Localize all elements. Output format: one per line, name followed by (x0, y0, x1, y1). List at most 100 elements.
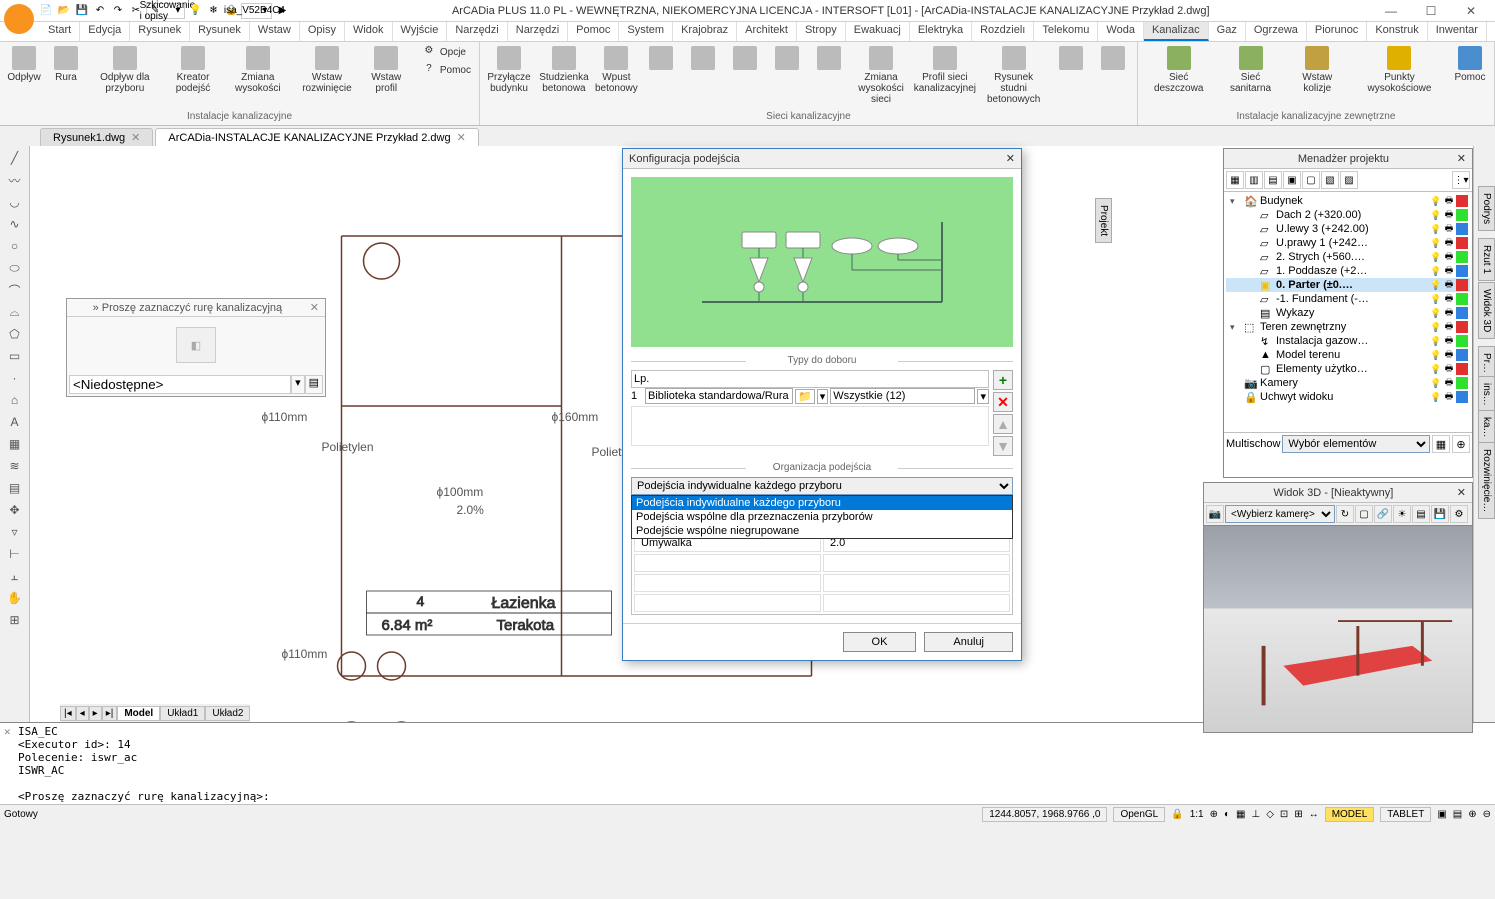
tool-layers-icon[interactable]: ▤ (3, 478, 27, 498)
cancel-button[interactable]: Anuluj (924, 632, 1013, 652)
color-icon[interactable] (1456, 237, 1468, 249)
tool-grid-icon[interactable]: ⊞ (3, 610, 27, 630)
ribbon-button[interactable]: Sieć deszczowa (1142, 44, 1216, 96)
lib-dropdown-icon[interactable]: ▾ (817, 389, 829, 404)
ribbon-opt[interactable]: ⚙Opcje (418, 44, 475, 60)
proj-tool-menu-icon[interactable]: ⋮▾ (1452, 171, 1470, 189)
status-ico1[interactable]: ⊕ (1210, 809, 1218, 820)
qat-new-icon[interactable]: 📄 (38, 3, 54, 19)
status-ico7[interactable]: ⊞ (1294, 809, 1302, 820)
ribbon-button[interactable]: Wstaw rozwinięcie (293, 44, 360, 96)
prompt-action-button[interactable]: ◧ (176, 327, 216, 363)
ribbon-button[interactable]: Rysunek studni betonowych (979, 44, 1049, 107)
sidetab-projekt[interactable]: Projekt (1095, 198, 1112, 243)
tool-hatch-icon[interactable]: ▦ (3, 434, 27, 454)
v3d-save-icon[interactable]: 💾 (1431, 505, 1449, 523)
ribbon-tab-22[interactable]: Ogrzewa (1246, 22, 1307, 41)
ribbon-button[interactable] (641, 44, 681, 74)
tree-row[interactable]: ▱U.prawy 1 (+242…💡🖶 (1226, 236, 1470, 250)
command-line[interactable]: ✕ ISA_EC <Executor id>: 14 Polecenie: is… (0, 722, 1495, 804)
tree-row[interactable]: ↯Instalacja gazow…💡🖶 (1226, 334, 1470, 348)
print-icon[interactable]: 🖶 (1443, 335, 1455, 347)
tool-polyline-icon[interactable]: 〰 (3, 170, 27, 190)
tool-hand-icon[interactable]: ✋ (3, 588, 27, 608)
doc-tab-close-icon[interactable]: ✕ (131, 132, 140, 144)
bulb-icon[interactable]: 💡 (1430, 321, 1442, 333)
ribbon-tab-14[interactable]: Stropy (797, 22, 846, 41)
color-icon[interactable] (1456, 293, 1468, 305)
filter-input[interactable] (830, 388, 975, 404)
project-footer-btn1-icon[interactable]: ▦ (1432, 435, 1450, 453)
print-icon[interactable]: 🖶 (1443, 209, 1455, 221)
bulb-icon[interactable]: 💡 (1430, 391, 1442, 403)
print-icon[interactable]: 🖶 (1443, 237, 1455, 249)
ribbon-button[interactable]: Zmiana wysokości (224, 44, 291, 96)
view3d-viewport[interactable] (1204, 526, 1472, 732)
bulb-icon[interactable]: 💡 (1430, 223, 1442, 235)
layout-tab-2[interactable]: Układ2 (205, 706, 250, 721)
proj-tool-5-icon[interactable]: ▢ (1302, 171, 1320, 189)
print-icon[interactable]: 🖶 (1443, 391, 1455, 403)
ribbon-tab-12[interactable]: Krajobraz (673, 22, 737, 41)
ribbon-button[interactable]: Kreator podejść (164, 44, 223, 96)
sidetab-pr[interactable]: Pr… (1478, 346, 1495, 380)
ribbon-tab-15[interactable]: Ewakuacj (846, 22, 910, 41)
qat-snow-icon[interactable]: ❄ (205, 3, 221, 19)
v3d-cog-icon[interactable]: ⚙ (1450, 505, 1468, 523)
ribbon-button[interactable] (1051, 44, 1091, 74)
doc-tab-close-icon[interactable]: ✕ (457, 132, 466, 144)
tree-row[interactable]: ▱1. Poddasze (+2…💡🖶 (1226, 264, 1470, 278)
ribbon-button[interactable] (809, 44, 849, 74)
bulb-icon[interactable]: 💡 (1430, 209, 1442, 221)
tool-point-icon[interactable]: · (3, 368, 27, 388)
bulb-icon[interactable]: 💡 (1430, 363, 1442, 375)
ribbon-button[interactable]: Zmiana wysokości sieci (851, 44, 911, 107)
color-icon[interactable] (1456, 223, 1468, 235)
organization-select[interactable]: Podejścia indywidualne każdego przyboru … (631, 477, 1013, 495)
bulb-icon[interactable]: 💡 (1430, 251, 1442, 263)
layout-prev-icon[interactable]: ◂ (76, 706, 89, 721)
status-scale[interactable]: 1:1 (1190, 809, 1204, 820)
dialog-close-icon[interactable]: ✕ (1006, 152, 1015, 165)
tool-tag-icon[interactable]: ▿ (3, 522, 27, 542)
tool-spline-icon[interactable]: ∿ (3, 214, 27, 234)
project-footer-select[interactable]: Wybór elementów (1282, 435, 1430, 453)
color-icon[interactable] (1456, 265, 1468, 277)
organization-select-box[interactable]: Podejścia indywidualne każdego przyboru (631, 477, 1013, 495)
ribbon-tab-25[interactable]: Inwentar (1428, 22, 1487, 41)
proj-tool-1-icon[interactable]: ▦ (1226, 171, 1244, 189)
tree-row[interactable]: ▱2. Strych (+560.…💡🖶 (1226, 250, 1470, 264)
v3d-sun-icon[interactable]: ☀ (1393, 505, 1411, 523)
proj-tool-2-icon[interactable]: ▥ (1245, 171, 1263, 189)
tree-row[interactable]: 📷Kamery💡🖶 (1226, 376, 1470, 390)
tree-row[interactable]: ▱Dach 2 (+320.00)💡🖶 (1226, 208, 1470, 222)
tool-rect-icon[interactable]: ▭ (3, 346, 27, 366)
sidetab-ka[interactable]: ka… (1478, 410, 1495, 445)
sidetab-widok3d[interactable]: Widok 3D (1478, 282, 1495, 339)
tree-row[interactable]: ▤Wykazy💡🖶 (1226, 306, 1470, 320)
ribbon-button[interactable]: Profil sieci kanalizacyjnej (913, 44, 976, 96)
tree-row[interactable]: ▾🏠Budynek💡🖶 (1226, 194, 1470, 208)
cmdline-close-icon[interactable]: ✕ (4, 725, 18, 802)
ribbon-tab-10[interactable]: Pomoc (568, 22, 619, 41)
color-icon[interactable] (1456, 279, 1468, 291)
v3d-cam-icon[interactable]: 📷 (1206, 505, 1224, 523)
lib-browse-icon[interactable]: 📁 (795, 389, 815, 404)
tree-row[interactable]: ▾⬚Teren zewnętrzny💡🖶 (1226, 320, 1470, 334)
dropdown-option-2[interactable]: Podejście wspólne niegrupowane (632, 524, 1012, 538)
print-icon[interactable]: 🖶 (1443, 251, 1455, 263)
ribbon-tab-5[interactable]: Opisy (300, 22, 345, 41)
layout-first-icon[interactable]: |◂ (60, 706, 76, 721)
tool-wave-icon[interactable]: ≋ (3, 456, 27, 476)
dropdown-option-0[interactable]: Podejścia indywidualne każdego przyboru (632, 496, 1012, 510)
ribbon-button[interactable]: Rura (46, 44, 86, 85)
bulb-icon[interactable]: 💡 (1430, 195, 1442, 207)
tool-move-icon[interactable]: ✥ (3, 500, 27, 520)
qat-open-icon[interactable]: 📂 (56, 3, 72, 19)
tool-polygon-icon[interactable]: ⬠ (3, 324, 27, 344)
color-icon[interactable] (1456, 209, 1468, 221)
tree-row[interactable]: 🔒Uchwyt widoku💡🖶 (1226, 390, 1470, 404)
library-input[interactable] (645, 388, 793, 404)
project-tree[interactable]: ▾🏠Budynek💡🖶▱Dach 2 (+320.00)💡🖶▱U.lewy 3 … (1224, 192, 1472, 432)
status-ico8[interactable]: ↔ (1309, 809, 1319, 820)
